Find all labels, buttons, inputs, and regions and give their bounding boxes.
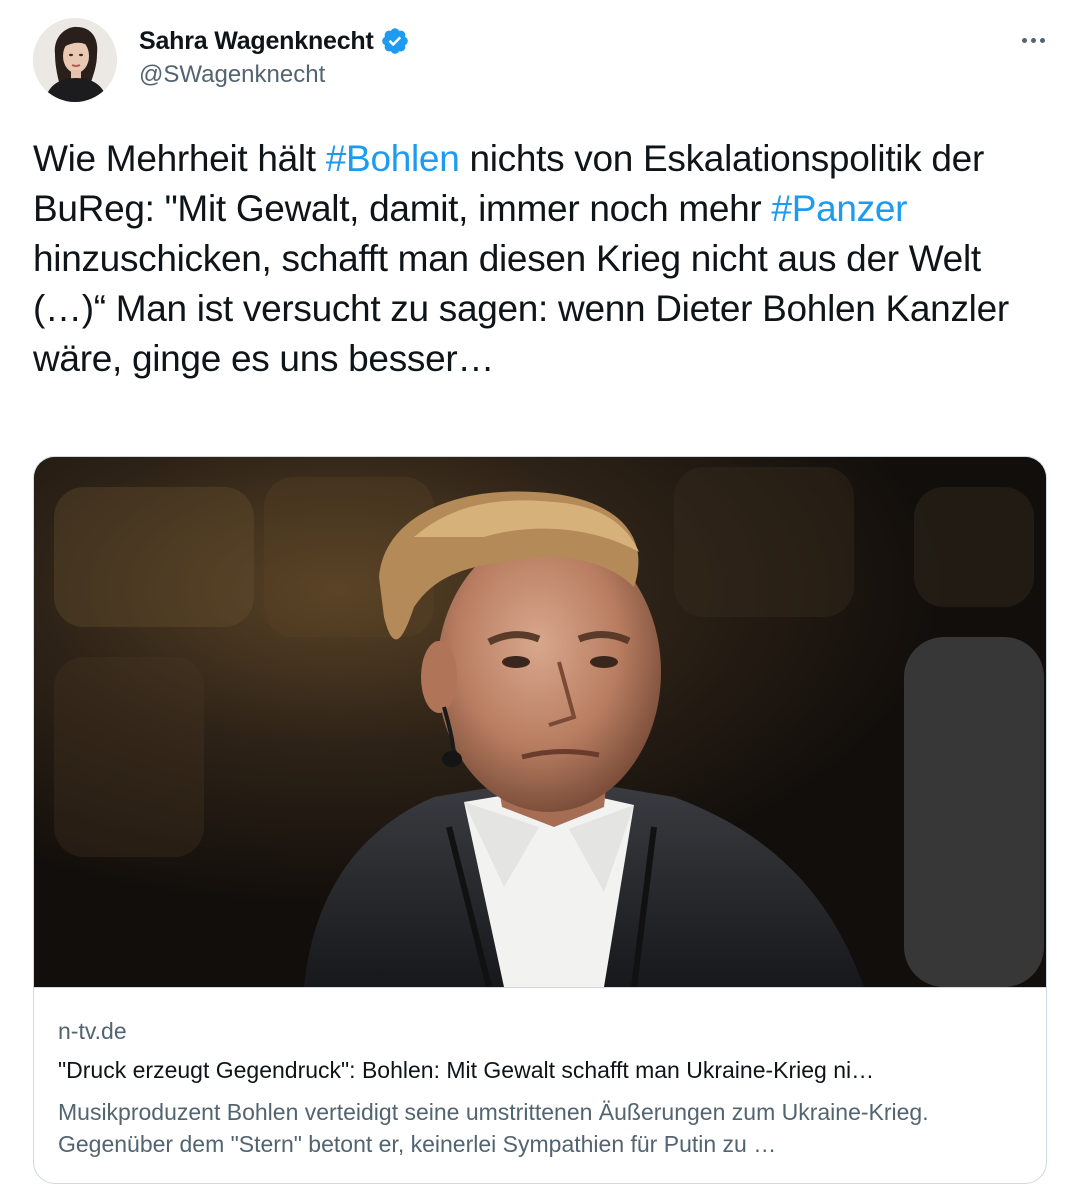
avatar-image bbox=[33, 18, 117, 102]
verified-badge-icon bbox=[380, 26, 410, 56]
tweet-text: Wie Mehrheit hält #Bohlen nichts von Esk… bbox=[33, 134, 1053, 384]
card-description: Musikproduzent Bohlen verteidigt seine u… bbox=[58, 1099, 929, 1157]
more-dot bbox=[1030, 37, 1036, 43]
author-avatar[interactable] bbox=[33, 18, 117, 102]
author-handle[interactable]: @SWagenknecht bbox=[139, 61, 325, 89]
more-dot bbox=[1021, 37, 1027, 43]
hashtag-link-panzer[interactable]: #Panzer bbox=[771, 188, 907, 229]
card-image bbox=[34, 457, 1046, 987]
link-preview-card[interactable]: n-tv.de "Druck erzeugt Gegendruck": Bohl… bbox=[33, 456, 1047, 1184]
more-dot bbox=[1039, 37, 1045, 43]
author-display-name[interactable]: Sahra Wagenknecht bbox=[139, 27, 374, 56]
card-domain: n-tv.de bbox=[58, 1018, 127, 1044]
author-name-row: Sahra Wagenknecht bbox=[139, 24, 410, 58]
hashtag-link-bohlen[interactable]: #Bohlen bbox=[326, 138, 460, 179]
tweet-text-segment: hinzuschicken, schafft man diesen Krieg … bbox=[33, 238, 1009, 379]
card-title: "Druck erzeugt Gegendruck": Bohlen: Mit … bbox=[58, 1057, 875, 1083]
tweet-text-segment: Wie Mehrheit hält bbox=[33, 138, 326, 179]
card-body: n-tv.de "Druck erzeugt Gegendruck": Bohl… bbox=[34, 988, 1046, 1183]
more-options-icon[interactable] bbox=[1015, 26, 1051, 54]
tweet: Sahra Wagenknecht @SWagenknecht Wie Mehr… bbox=[0, 0, 1081, 1200]
